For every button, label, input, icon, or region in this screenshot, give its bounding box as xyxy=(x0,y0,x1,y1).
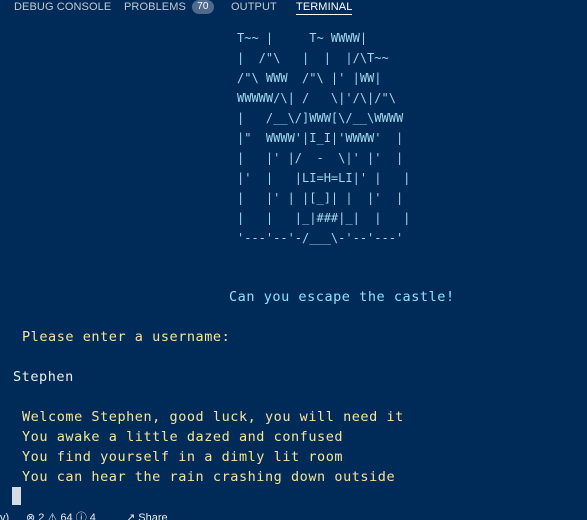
tab-label: DEBUG CONSOLE xyxy=(14,1,112,13)
tab-terminal[interactable]: TERMINAL xyxy=(296,0,353,15)
share-icon: ↗ xyxy=(126,512,136,520)
tab-debug-console[interactable]: DEBUG CONSOLE xyxy=(14,0,111,16)
message-line: Welcome Stephen, good luck, you will nee… xyxy=(22,409,404,425)
username-entry: Stephen xyxy=(13,369,74,385)
info-icon: ⓘ xyxy=(75,512,87,520)
panel-tab-bar: DEBUG CONSOLE PROBLEMS 70 OUTPUT TERMINAL xyxy=(0,0,587,16)
username-prompt: Please enter a username: xyxy=(22,329,231,345)
castle-ascii-art: T~~ | T~ WWWW| | /"\ | | |/\T~~ /"\ WWW … xyxy=(237,31,411,245)
error-count: 2 xyxy=(38,512,45,520)
message-line: You awake a little dazed and confused xyxy=(22,429,344,445)
problems-count-badge: 70 xyxy=(191,0,214,14)
problems-status[interactable]: ⊗ 2 ⚠ 64 ⓘ 4 xyxy=(26,511,96,520)
info-count: 4 xyxy=(89,512,96,520)
error-icon: ⊗ xyxy=(26,512,36,520)
warning-icon: ⚠ xyxy=(47,512,58,520)
status-fragment: v) xyxy=(0,512,10,520)
status-bar: v) ⊗ 2 ⚠ 64 ⓘ 4 ↗ Share xyxy=(0,511,587,520)
tab-output[interactable]: OUTPUT xyxy=(231,0,277,16)
message-line: You find yourself in a dimly lit room xyxy=(22,449,344,465)
share-button[interactable]: ↗ Share xyxy=(126,511,168,520)
tab-label: OUTPUT xyxy=(231,1,277,13)
warning-count: 64 xyxy=(60,512,73,520)
message-line: You can hear the rain crashing down outs… xyxy=(22,469,396,485)
game-tagline: Can you escape the castle! xyxy=(229,289,455,305)
terminal-cursor[interactable] xyxy=(12,487,21,505)
tab-problems[interactable]: PROBLEMS 70 xyxy=(124,0,214,16)
share-label: Share xyxy=(138,512,168,520)
tab-label: TERMINAL xyxy=(296,1,353,13)
tab-label: PROBLEMS xyxy=(124,1,186,13)
